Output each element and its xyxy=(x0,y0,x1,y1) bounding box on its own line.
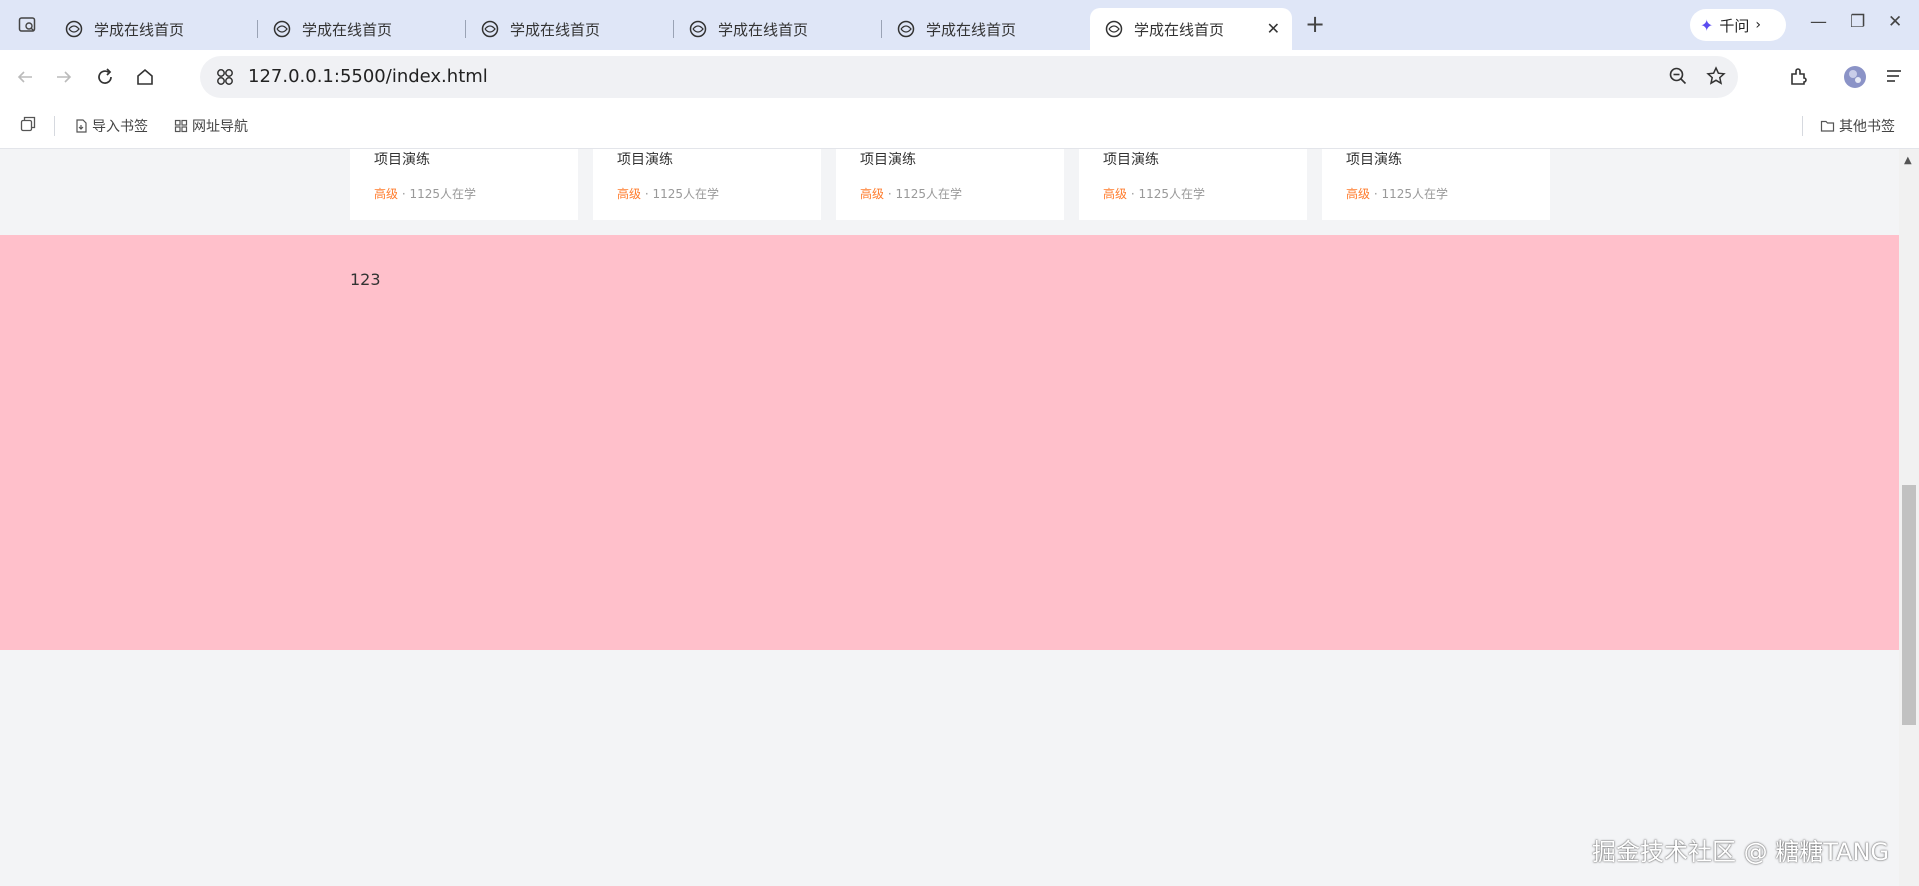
import-file-icon xyxy=(76,119,87,133)
bookmarks-divider xyxy=(1802,116,1803,136)
site-favicon-icon xyxy=(272,19,292,39)
course-students: · 1125人在学 xyxy=(1370,187,1448,201)
course-level: 高级 xyxy=(1346,187,1371,201)
course-card[interactable]: 项目演练 高级 · 1125人在学 xyxy=(1079,149,1307,220)
site-navigation-label: 网址导航 xyxy=(192,119,248,135)
tab-title: 学成在线首页 xyxy=(1134,20,1225,39)
tab-title: 学成在线首页 xyxy=(926,20,1017,39)
course-card[interactable]: 项目演练 高级 · 1125人在学 xyxy=(593,149,821,220)
site-favicon-icon xyxy=(1104,19,1124,39)
tab-title: 学成在线首页 xyxy=(718,20,809,39)
extensions-icon[interactable] xyxy=(1788,66,1810,92)
grid-icon xyxy=(174,119,188,133)
tab-5[interactable]: 学成在线首页 xyxy=(882,8,1090,50)
qianwen-logo-icon: ✦ xyxy=(1700,15,1714,35)
course-card[interactable]: 项目演练 高级 · 1125人在学 xyxy=(836,149,1064,220)
course-meta: 高级 · 1125人在学 xyxy=(1103,185,1205,202)
tab-4[interactable]: 学成在线首页 xyxy=(674,8,882,50)
site-favicon-icon xyxy=(688,19,708,39)
reload-icon[interactable] xyxy=(94,66,116,88)
tab-groups-icon[interactable] xyxy=(20,116,40,132)
qianwen-label: 千问 xyxy=(1719,16,1750,35)
course-level: 高级 xyxy=(1103,187,1128,201)
import-bookmarks-label: 导入书签 xyxy=(92,119,148,135)
tab-title: 学成在线首页 xyxy=(302,20,393,39)
course-students: · 1125人在学 xyxy=(398,187,476,201)
bookmarks-bar: 导入书签 网址导航 其他书签 xyxy=(0,104,1919,149)
menu-icon[interactable] xyxy=(1884,66,1904,90)
course-meta: 高级 · 1125人在学 xyxy=(617,185,719,202)
page-viewport: 项目演练 高级 · 1125人在学 项目演练 高级 · 1125人在学 项目演练… xyxy=(0,149,1899,886)
close-window-icon[interactable]: ✕ xyxy=(1888,12,1902,32)
qianwen-button[interactable]: ✦ 千问 › xyxy=(1690,9,1786,41)
tab-strip: 学成在线首页 学成在线首页 学成在线首页 学成在线首页 学成在线首页 学成在线首… xyxy=(0,0,1919,50)
url-text: 127.0.0.1:5500/index.html xyxy=(248,66,488,87)
profile-avatar[interactable] xyxy=(1843,65,1867,93)
restore-icon[interactable]: ❐ xyxy=(1850,12,1865,32)
tab-title: 学成在线首页 xyxy=(94,20,185,39)
scrollbar-thumb[interactable] xyxy=(1902,485,1916,725)
zoom-icon[interactable] xyxy=(1668,66,1688,90)
tab-6-active[interactable]: 学成在线首页 ✕ xyxy=(1090,8,1292,50)
import-bookmarks-button[interactable]: 导入书签 xyxy=(74,116,148,136)
bookmarks-divider xyxy=(54,116,55,136)
bookmark-star-icon[interactable] xyxy=(1706,66,1726,90)
course-meta: 高级 · 1125人在学 xyxy=(374,185,476,202)
course-level: 高级 xyxy=(860,187,885,201)
course-students: · 1125人在学 xyxy=(884,187,962,201)
section-text: 123 xyxy=(350,270,381,289)
new-tab-button[interactable]: + xyxy=(1305,11,1325,37)
course-title: 项目演练 xyxy=(617,152,673,168)
course-title: 项目演练 xyxy=(860,152,916,168)
vertical-scrollbar[interactable]: ▲ xyxy=(1899,149,1919,886)
scroll-up-arrow-icon[interactable]: ▲ xyxy=(1904,155,1912,166)
site-info-icon[interactable] xyxy=(214,66,236,92)
forward-icon[interactable] xyxy=(53,66,75,88)
site-favicon-icon xyxy=(480,19,500,39)
tab-1[interactable]: 学成在线首页 xyxy=(50,8,258,50)
course-meta: 高级 · 1125人在学 xyxy=(860,185,962,202)
course-card[interactable]: 项目演练 高级 · 1125人在学 xyxy=(1322,149,1550,220)
course-level: 高级 xyxy=(374,187,399,201)
back-icon[interactable] xyxy=(14,66,36,88)
other-bookmarks-label: 其他书签 xyxy=(1839,119,1895,135)
course-card[interactable]: 项目演练 高级 · 1125人在学 xyxy=(350,149,578,220)
site-favicon-icon xyxy=(64,19,84,39)
chevron-right-icon: › xyxy=(1755,17,1762,33)
tab-3[interactable]: 学成在线首页 xyxy=(466,8,674,50)
course-level: 高级 xyxy=(617,187,642,201)
watermark: 掘金技术社区 @ 糖糖TANG xyxy=(1592,838,1890,866)
tab-title: 学成在线首页 xyxy=(510,20,601,39)
minimize-icon[interactable]: — xyxy=(1810,12,1827,32)
address-bar[interactable]: 127.0.0.1:5500/index.html xyxy=(200,56,1738,98)
course-title: 项目演练 xyxy=(374,152,430,168)
site-navigation-button[interactable]: 网址导航 xyxy=(174,116,248,136)
home-icon[interactable] xyxy=(134,66,156,88)
other-bookmarks-button[interactable]: 其他书签 xyxy=(1820,116,1895,136)
tab-2[interactable]: 学成在线首页 xyxy=(258,8,466,50)
pink-section: 123 xyxy=(0,235,1899,650)
course-title: 项目演练 xyxy=(1346,152,1402,168)
browser-toolbar: 127.0.0.1:5500/index.html xyxy=(0,50,1919,104)
course-title: 项目演练 xyxy=(1103,152,1159,168)
course-meta: 高级 · 1125人在学 xyxy=(1346,185,1448,202)
course-students: · 1125人在学 xyxy=(1127,187,1205,201)
site-favicon-icon xyxy=(896,19,916,39)
course-students: · 1125人在学 xyxy=(641,187,719,201)
folder-icon xyxy=(1820,120,1835,132)
tab-search-icon[interactable] xyxy=(14,12,40,38)
close-tab-icon[interactable]: ✕ xyxy=(1267,19,1280,38)
